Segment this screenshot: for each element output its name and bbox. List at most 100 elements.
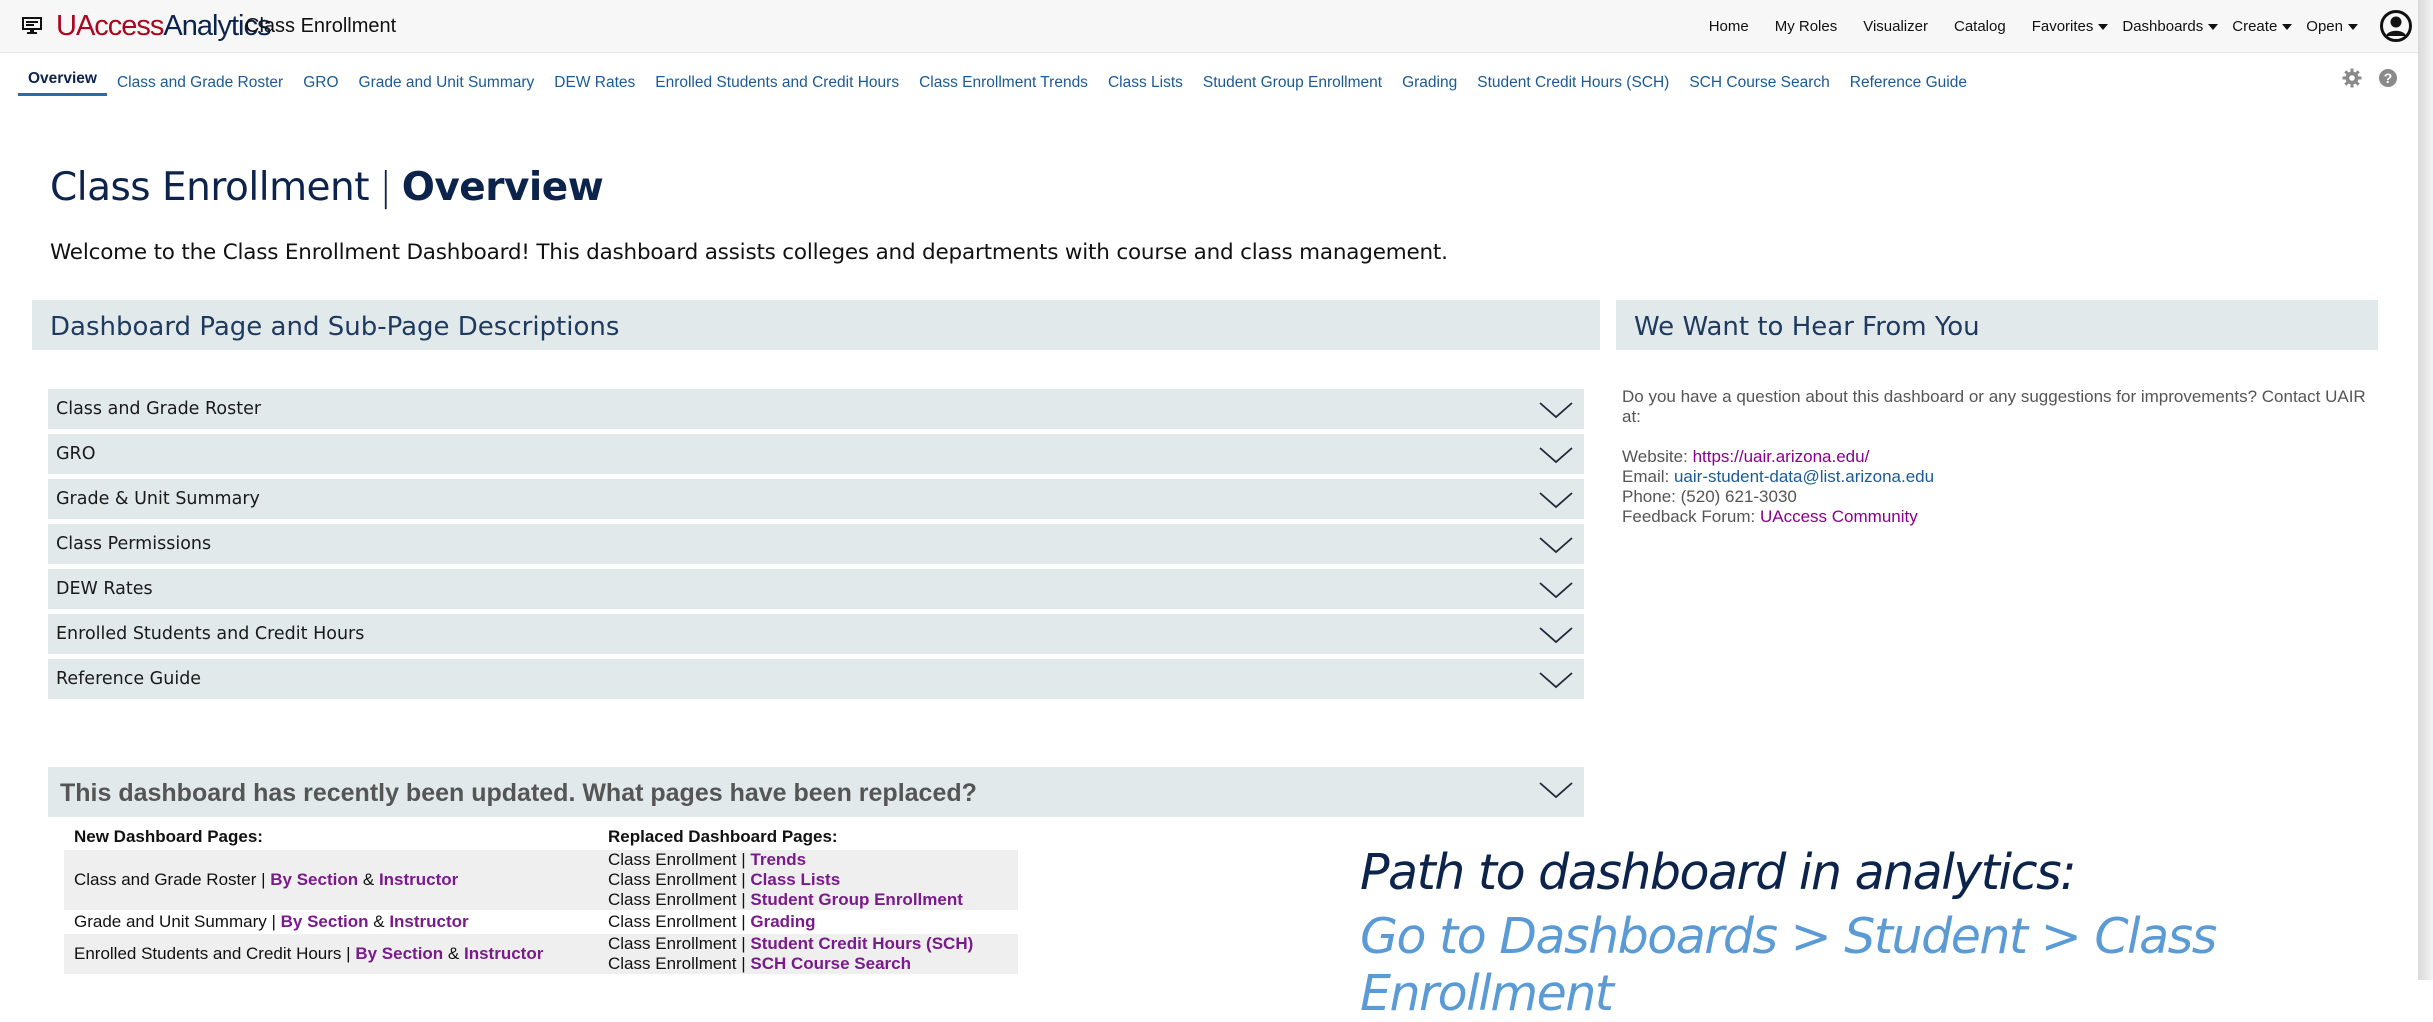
accordion-item-label: GRO <box>56 444 96 464</box>
replaced-prefix: Class Enrollment <box>608 954 737 973</box>
tab-dew-rates[interactable]: DEW Rates <box>554 66 635 100</box>
replaced-link[interactable]: Trends <box>750 850 806 869</box>
tab-grading[interactable]: Grading <box>1402 66 1457 100</box>
chevron-down-icon <box>1539 672 1573 689</box>
path-breadcrumb: Go to Dashboards > Student > Class Enrol… <box>1360 908 2217 1022</box>
tab-sch-course-search[interactable]: SCH Course Search <box>1689 66 1829 100</box>
tab-grade-and-unit-summary[interactable]: Grade and Unit Summary <box>359 66 535 100</box>
accordion-item[interactable]: Enrolled Students and Credit Hours <box>48 614 1584 654</box>
website-link[interactable]: https://uair.arizona.edu/ <box>1693 447 1870 466</box>
nav-dashboards[interactable]: Dashboards <box>2122 18 2219 35</box>
tab-class-lists[interactable]: Class Lists <box>1108 66 1183 100</box>
accordion-item[interactable]: DEW Rates <box>48 569 1584 609</box>
amp: & <box>362 870 375 889</box>
replaced-pages-table: New Dashboard Pages: Replaced Dashboard … <box>64 826 1018 974</box>
phone-label: Phone: <box>1622 487 1676 506</box>
svg-text:?: ? <box>2384 70 2393 86</box>
by-section-link[interactable]: By Section <box>270 870 358 889</box>
contact-intro: Do you have a question about this dashbo… <box>1622 387 2366 426</box>
tab-gro[interactable]: GRO <box>303 66 338 100</box>
accordion-item[interactable]: GRO <box>48 434 1584 474</box>
chevron-down-icon <box>1539 447 1573 464</box>
nav-home[interactable]: Home <box>1709 18 1749 35</box>
replaced-link[interactable]: Student Group Enrollment <box>750 890 963 909</box>
app-monitor-icon[interactable] <box>22 17 42 35</box>
amp: & <box>447 944 460 963</box>
joiner: | <box>741 850 746 869</box>
nav-my-roles[interactable]: My Roles <box>1775 18 1838 35</box>
welcome-text: Welcome to the Class Enrollment Dashboar… <box>50 240 1448 265</box>
caret-down-icon <box>2282 24 2293 31</box>
brand-logo[interactable]: UAccessAnalytics <box>56 10 271 43</box>
accordion-item-label: Enrolled Students and Credit Hours <box>56 624 365 644</box>
nav-create-label: Create <box>2232 18 2278 35</box>
by-section-link[interactable]: By Section <box>355 944 443 963</box>
replaced-prefix: Class Enrollment <box>608 850 737 869</box>
caret-down-icon <box>2098 24 2109 31</box>
chevron-down-icon <box>1539 782 1573 799</box>
tab-class-enrollment-trends[interactable]: Class Enrollment Trends <box>919 66 1088 100</box>
replaced-prefix: Class Enrollment <box>608 934 737 953</box>
nav-open[interactable]: Open <box>2306 18 2358 35</box>
accordion-item-label: DEW Rates <box>56 579 153 599</box>
replaced-prefix: Class Enrollment <box>608 890 737 909</box>
tab-enrolled-students[interactable]: Enrolled Students and Credit Hours <box>655 66 899 100</box>
nav-dashboards-label: Dashboards <box>2122 18 2204 35</box>
accordion-item[interactable]: Class and Grade Roster <box>48 389 1584 429</box>
accordion-item[interactable]: Class Permissions <box>48 524 1584 564</box>
joiner: | <box>741 870 746 889</box>
replaced-cell: Class Enrollment | Grading <box>598 910 1018 934</box>
instructor-link[interactable]: Instructor <box>379 870 458 889</box>
by-section-link[interactable]: By Section <box>281 912 369 931</box>
caret-down-icon <box>2348 24 2358 31</box>
tab-overview[interactable]: Overview <box>18 66 107 96</box>
nav-create[interactable]: Create <box>2232 18 2293 35</box>
accordion-item[interactable]: Reference Guide <box>48 659 1584 699</box>
joiner: | <box>261 870 266 889</box>
page-title: Class Enrollment | Overview <box>50 165 604 210</box>
table-row: Enrolled Students and Credit Hours | By … <box>64 934 1018 974</box>
chevron-down-icon <box>1539 402 1573 419</box>
joiner: | <box>741 954 746 973</box>
replaced-link[interactable]: SCH Course Search <box>750 954 911 973</box>
table-row: Grade and Unit Summary | By Section & In… <box>64 910 1018 934</box>
tab-class-and-grade-roster[interactable]: Class and Grade Roster <box>117 66 283 100</box>
updates-heading: This dashboard has recently been updated… <box>60 779 977 807</box>
joiner: | <box>271 912 276 931</box>
nav-catalog[interactable]: Catalog <box>1954 18 2006 35</box>
tab-reference-guide[interactable]: Reference Guide <box>1850 66 1967 100</box>
updates-accordion-header[interactable]: This dashboard has recently been updated… <box>48 767 1584 817</box>
joiner: | <box>741 934 746 953</box>
page-name: Class Enrollment <box>245 15 397 37</box>
instructor-link[interactable]: Instructor <box>389 912 468 931</box>
tab-student-credit-hours[interactable]: Student Credit Hours (SCH) <box>1477 66 1669 100</box>
instructor-link[interactable]: Instructor <box>464 944 543 963</box>
email-label: Email: <box>1622 467 1670 486</box>
replaced-link[interactable]: Class Lists <box>750 870 840 889</box>
nav-open-label: Open <box>2306 18 2343 35</box>
email-link[interactable]: uair-student-data@list.arizona.edu <box>1674 467 1934 486</box>
descriptions-heading: Dashboard Page and Sub-Page Descriptions <box>32 300 1600 350</box>
amp: & <box>373 912 385 931</box>
joiner: | <box>346 944 351 963</box>
caret-down-icon <box>2208 24 2219 31</box>
replaced-link[interactable]: Grading <box>750 912 815 931</box>
replaced-cell: Class Enrollment | Student Credit Hours … <box>598 934 1018 974</box>
chevron-down-icon <box>1539 627 1573 644</box>
forum-label: Feedback Forum: <box>1622 507 1756 526</box>
gear-icon[interactable] <box>2342 68 2362 88</box>
accordion-item[interactable]: Grade & Unit Summary <box>48 479 1584 519</box>
joiner: | <box>741 912 746 931</box>
replaced-link[interactable]: Student Credit Hours (SCH) <box>750 934 973 953</box>
new-page-name: Grade and Unit Summary <box>74 912 267 931</box>
help-icon[interactable]: ? <box>2378 68 2398 88</box>
nav-visualizer[interactable]: Visualizer <box>1863 18 1928 35</box>
page-title-prefix: Class Enrollment <box>50 165 370 210</box>
nav-favorites[interactable]: Favorites <box>2032 18 2109 35</box>
forum-link[interactable]: UAccess Community <box>1760 507 1918 526</box>
new-page-name: Enrolled Students and Credit Hours <box>74 944 342 963</box>
user-avatar-icon[interactable] <box>2380 10 2412 42</box>
tab-student-group-enrollment[interactable]: Student Group Enrollment <box>1203 66 1382 100</box>
new-page-cell: Grade and Unit Summary | By Section & In… <box>64 910 598 934</box>
window-edge <box>2418 0 2433 980</box>
